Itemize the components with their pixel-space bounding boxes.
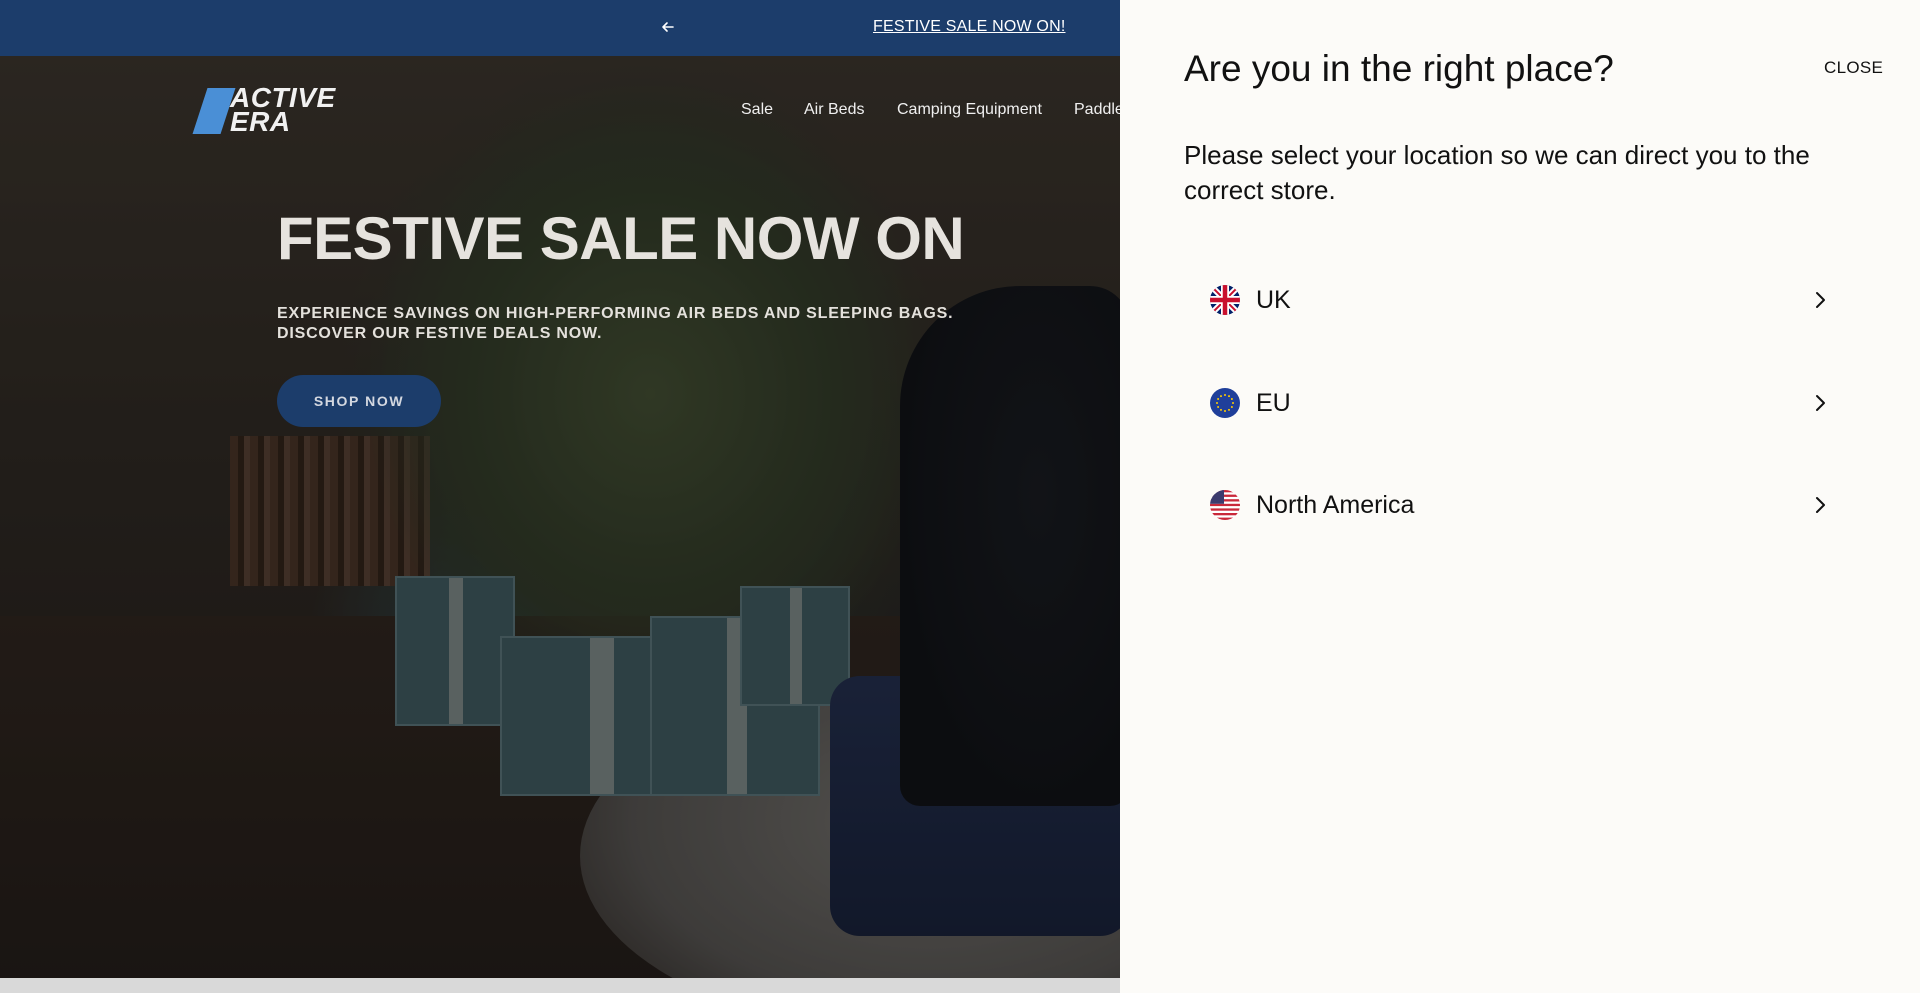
logo-line-2: ERA bbox=[230, 106, 291, 137]
location-drawer: Are you in the right place? CLOSE Please… bbox=[1120, 0, 1920, 993]
location-label-uk: UK bbox=[1256, 286, 1291, 314]
nav-item-camping-equipment[interactable]: Camping Equipment bbox=[897, 101, 1042, 119]
shop-now-button[interactable]: SHOP NOW bbox=[277, 375, 441, 427]
uk-flag-icon bbox=[1210, 285, 1240, 315]
nav-item-paddle[interactable]: Paddle bbox=[1074, 101, 1124, 119]
announcement-link[interactable]: FESTIVE SALE NOW ON! bbox=[873, 18, 1065, 36]
nav-item-air-beds[interactable]: Air Beds bbox=[804, 101, 864, 119]
arrow-left-icon[interactable] bbox=[658, 17, 678, 37]
hero-title: FESTIVE SALE NOW ON bbox=[277, 205, 965, 272]
location-label-eu: EU bbox=[1256, 389, 1291, 417]
us-flag-icon bbox=[1210, 490, 1240, 520]
location-option-eu[interactable]: EU bbox=[1210, 378, 1850, 428]
chevron-right-icon bbox=[1816, 292, 1825, 308]
drawer-title: Are you in the right place? bbox=[1184, 48, 1614, 89]
eu-flag-icon bbox=[1210, 388, 1240, 418]
close-button[interactable]: CLOSE bbox=[1824, 58, 1883, 78]
location-option-north-america[interactable]: North America bbox=[1210, 480, 1850, 530]
chevron-right-icon bbox=[1816, 497, 1825, 513]
nav-item-sale[interactable]: Sale bbox=[741, 101, 773, 119]
chevron-right-icon bbox=[1816, 395, 1825, 411]
location-option-uk[interactable]: UK bbox=[1210, 275, 1850, 325]
logo-text: ACTIVE ERA bbox=[230, 84, 336, 137]
site-logo[interactable]: ACTIVE ERA bbox=[192, 84, 345, 137]
hero-subtitle: EXPERIENCE SAVINGS ON HIGH-PERFORMING AI… bbox=[277, 305, 954, 342]
location-label-north-america: North America bbox=[1256, 491, 1415, 519]
drawer-description: Please select your location so we can di… bbox=[1184, 140, 1810, 205]
